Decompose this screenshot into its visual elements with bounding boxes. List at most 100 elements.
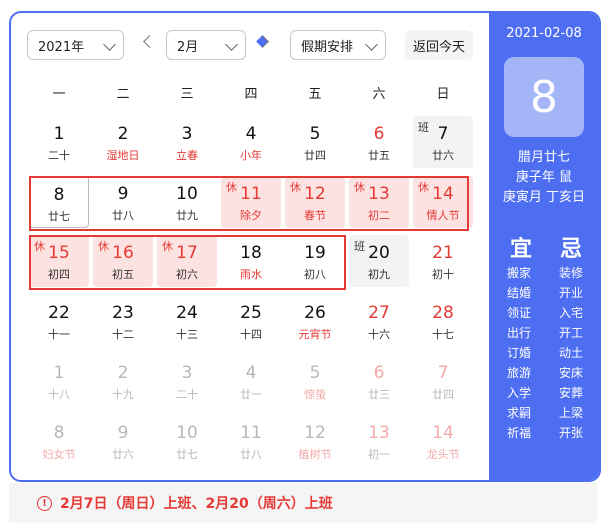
yi-item: 结婚 xyxy=(506,286,531,300)
day-cell[interactable]: 班 7 廿六 xyxy=(413,116,473,168)
next-month-icon[interactable] xyxy=(256,35,269,48)
day-cell[interactable]: 13 初一 xyxy=(349,415,409,467)
detail-year-ganzhi: 庚子年 鼠 xyxy=(515,170,573,185)
yi-item: 搬家 xyxy=(506,266,531,280)
day-cell[interactable]: 25 十四 xyxy=(221,295,281,347)
day-detail-panel: 2021-02-08 8 腊月廿七 庚子年 鼠 庚寅月 丁亥日 宜 忌 搬家 结婚… xyxy=(489,13,599,480)
lunar-label: 十二 xyxy=(112,328,134,341)
holiday-highlight-week2 xyxy=(29,235,346,290)
day-number: 6 xyxy=(373,363,385,383)
day-cell[interactable]: 1 二十 xyxy=(29,116,89,168)
day-cell[interactable]: 12 植树节 xyxy=(285,415,345,467)
calendar-widget: 2021年 2月 假期安排 返回今天 一 二 三 四 五 六 日 1 二十 2 湿地日 3 立春 4 小年… xyxy=(9,11,601,482)
day-cell[interactable]: 9 廿六 xyxy=(93,415,153,467)
lunar-label: 惊蛰 xyxy=(304,388,326,401)
day-cell[interactable]: 11 廿八 xyxy=(221,415,281,467)
lunar-label: 十六 xyxy=(368,328,390,341)
day-number: 14 xyxy=(432,423,454,443)
alert-icon: ! xyxy=(37,495,52,511)
lunar-label: 廿六 xyxy=(112,448,134,461)
day-cell[interactable]: 10 廿七 xyxy=(157,415,217,467)
day-number: 23 xyxy=(112,303,134,323)
day-number: 5 xyxy=(309,124,321,144)
day-number: 7 xyxy=(437,124,449,144)
weekday-label: 四 xyxy=(244,87,258,102)
day-number: 6 xyxy=(373,124,385,144)
lunar-label: 廿四 xyxy=(432,388,454,401)
lunar-label: 廿一 xyxy=(240,388,262,401)
lunar-label: 廿四 xyxy=(304,149,326,162)
lunar-label: 二十 xyxy=(48,149,70,162)
calendar-main: 2021年 2月 假期安排 返回今天 一 二 三 四 五 六 日 1 二十 2 湿地日 3 立春 4 小年… xyxy=(11,13,489,480)
detail-date: 2021-02-08 xyxy=(506,26,582,41)
month-select[interactable]: 2月 xyxy=(166,30,246,60)
day-cell[interactable]: 4 小年 xyxy=(221,116,281,168)
day-number: 13 xyxy=(368,423,390,443)
holiday-select-label: 假期安排 xyxy=(301,39,354,55)
day-cell[interactable]: 6 廿三 xyxy=(349,355,409,407)
day-cell[interactable]: 4 廿一 xyxy=(221,355,281,407)
day-cell[interactable]: 28 十七 xyxy=(413,295,473,347)
detail-day-number: 8 xyxy=(504,57,584,137)
day-cell[interactable]: 23 十二 xyxy=(93,295,153,347)
lunar-label: 二十 xyxy=(176,388,198,401)
lunar-label: 植树节 xyxy=(298,448,332,461)
lunar-label: 十九 xyxy=(112,388,134,401)
year-select-label: 2021年 xyxy=(38,39,85,55)
schedule-notice: ! 2月7日（周日）上班、2月20（周六）上班 xyxy=(9,483,597,523)
day-cell[interactable]: 2 湿地日 xyxy=(93,116,153,168)
day-number: 9 xyxy=(117,423,129,443)
day-cell[interactable]: 27 十六 xyxy=(349,295,409,347)
ji-heading: 忌 xyxy=(559,237,582,262)
ji-item: 开工 xyxy=(558,326,583,340)
day-number: 1 xyxy=(53,124,65,144)
day-cell[interactable]: 14 龙头节 xyxy=(413,415,473,467)
day-cell[interactable]: 24 十三 xyxy=(157,295,217,347)
day-cell[interactable]: 5 惊蛰 xyxy=(285,355,345,407)
day-number: 2 xyxy=(117,124,129,144)
day-cell[interactable]: 22 十一 xyxy=(29,295,89,347)
day-cell[interactable]: 3 二十 xyxy=(157,355,217,407)
lunar-label: 初一 xyxy=(368,448,390,461)
back-to-today-button[interactable]: 返回今天 xyxy=(405,30,473,60)
day-cell[interactable]: 5 廿四 xyxy=(285,116,345,168)
chevron-down-icon xyxy=(225,38,238,51)
chevron-down-icon xyxy=(365,38,378,51)
day-cell[interactable]: 26 元宵节 xyxy=(285,295,345,347)
ji-item: 动土 xyxy=(558,346,583,360)
notice-text: 2月7日（周日）上班、2月20（周六）上班 xyxy=(60,496,333,512)
day-number: 28 xyxy=(432,303,454,323)
day-cell[interactable]: 7 廿四 xyxy=(413,355,473,407)
ji-item: 上梁 xyxy=(558,406,583,420)
lunar-label: 廿三 xyxy=(368,388,390,401)
lunar-label: 廿六 xyxy=(432,149,454,162)
day-cell[interactable]: 8 妇女节 xyxy=(29,415,89,467)
ji-item: 开业 xyxy=(558,286,583,300)
day-number: 24 xyxy=(176,303,198,323)
yi-item: 入学 xyxy=(506,386,531,400)
year-select[interactable]: 2021年 xyxy=(27,30,124,60)
day-cell[interactable]: 班 20 初九 xyxy=(349,235,409,287)
day-cell[interactable]: 21 初十 xyxy=(413,235,473,287)
day-number: 7 xyxy=(437,363,449,383)
lunar-label: 龙头节 xyxy=(426,448,460,461)
yi-item: 祈福 xyxy=(506,426,531,440)
day-number: 1 xyxy=(53,363,65,383)
day-cell[interactable]: 2 十九 xyxy=(93,355,153,407)
day-cell[interactable]: 6 廿五 xyxy=(349,116,409,168)
lunar-label: 十八 xyxy=(48,388,70,401)
ji-item: 开张 xyxy=(558,426,583,440)
day-number: 20 xyxy=(368,243,390,263)
prev-month-icon[interactable] xyxy=(143,35,156,48)
weekday-label: 六 xyxy=(372,87,386,102)
lunar-label: 十四 xyxy=(240,328,262,341)
lunar-label: 十七 xyxy=(432,328,454,341)
month-select-label: 2月 xyxy=(177,39,199,55)
day-cell[interactable]: 1 十八 xyxy=(29,355,89,407)
day-number: 25 xyxy=(240,303,262,323)
detail-lunar-date: 腊月廿七 xyxy=(517,150,570,165)
yi-item: 求嗣 xyxy=(506,406,531,420)
holiday-select[interactable]: 假期安排 xyxy=(290,30,386,60)
day-cell[interactable]: 3 立春 xyxy=(157,116,217,168)
weekday-label: 日 xyxy=(436,87,450,102)
